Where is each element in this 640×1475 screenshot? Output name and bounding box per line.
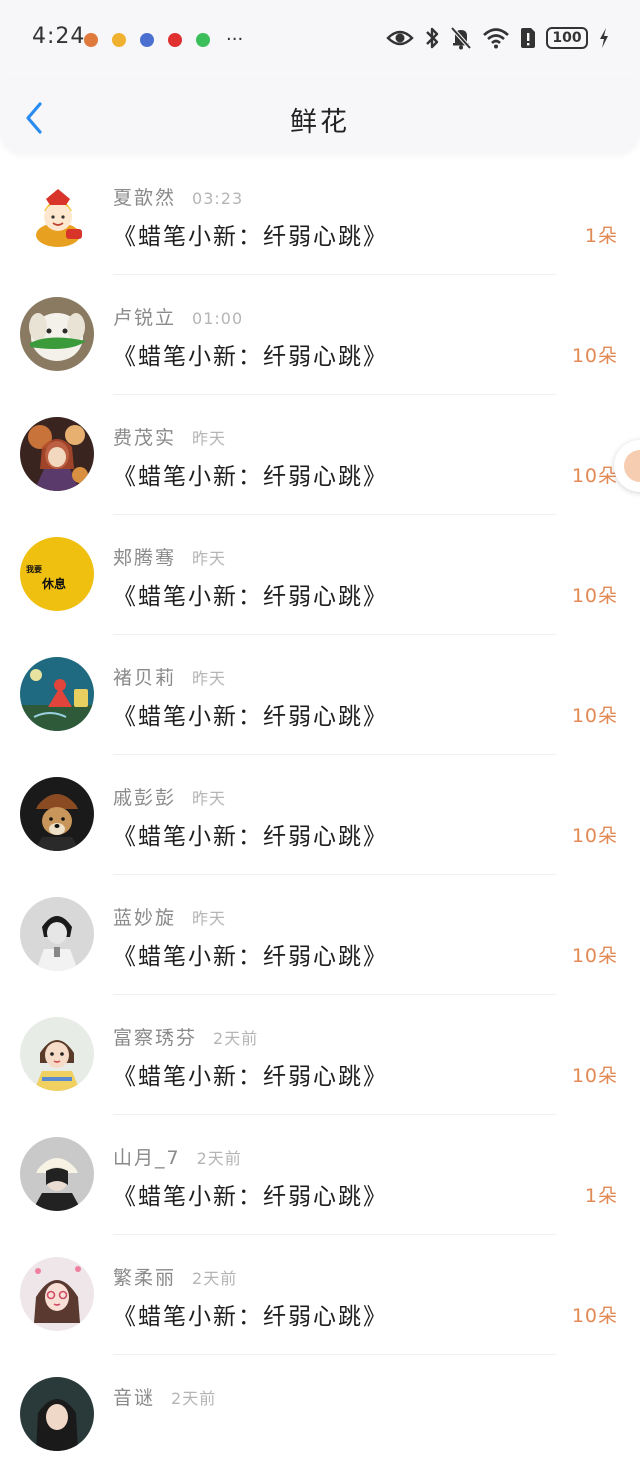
sender-name: 繁柔丽 2天前 <box>113 1263 237 1290</box>
sent-time: 昨天 <box>192 669 227 688</box>
sender-name-text: 卢锐立 <box>113 307 177 329</box>
list-item[interactable]: 音谜 2天前 <box>0 1355 640 1475</box>
avatar[interactable] <box>20 777 94 851</box>
sim-alert-icon <box>521 28 535 48</box>
navigation-bar: 鲜花 <box>0 80 640 154</box>
sender-name: 戚彭彭 昨天 <box>113 783 226 810</box>
sent-time: 03:23 <box>192 189 244 208</box>
flower-count: 10朵 <box>571 1065 618 1087</box>
list-item[interactable]: 蓝妙旋 昨天 《蜡笔小新：纤弱心跳》 10朵 <box>0 875 640 995</box>
avatar[interactable] <box>20 417 94 491</box>
avatar[interactable] <box>20 657 94 731</box>
flower-count: 1朵 <box>584 1185 618 1207</box>
sent-time: 昨天 <box>192 789 227 808</box>
avatar[interactable] <box>20 1377 94 1451</box>
sent-time: 2天前 <box>213 1029 259 1048</box>
message-text: 《蜡笔小新：纤弱心跳》 <box>113 1184 388 1210</box>
flower-count: 10朵 <box>571 945 618 967</box>
notification-app-icon <box>196 33 210 47</box>
sender-name: 夏歆然 03:23 <box>113 183 243 210</box>
avatar-text: 休息 <box>41 576 66 591</box>
sender-name-text: 夏歆然 <box>113 187 177 209</box>
avatar[interactable] <box>20 1257 94 1331</box>
list-item[interactable]: 褚贝莉 昨天 《蜡笔小新：纤弱心跳》 10朵 <box>0 635 640 755</box>
message-text: 《蜡笔小新：纤弱心跳》 <box>113 224 388 250</box>
sent-time: 01:00 <box>192 309 244 328</box>
list-item[interactable]: 卢锐立 01:00 《蜡笔小新：纤弱心跳》 10朵 <box>0 275 640 395</box>
sender-name: 卢锐立 01:00 <box>113 303 243 330</box>
eye-icon <box>386 30 414 46</box>
sent-time: 2天前 <box>196 1149 242 1168</box>
flower-count: 10朵 <box>571 825 618 847</box>
battery-indicator: 100 <box>546 27 588 49</box>
message-text: 《蜡笔小新：纤弱心跳》 <box>113 944 388 970</box>
sender-name-text: 褚贝莉 <box>113 667 177 689</box>
flower-count: 1朵 <box>584 225 618 247</box>
avatar[interactable] <box>20 1137 94 1211</box>
sender-name-text: 富察琇芬 <box>113 1027 198 1049</box>
sender-name-text: 蓝妙旋 <box>113 907 177 929</box>
avatar[interactable] <box>20 1017 94 1091</box>
list-item[interactable]: 费茂实 昨天 《蜡笔小新：纤弱心跳》 10朵 <box>0 395 640 515</box>
mute-bell-icon <box>450 26 472 50</box>
message-text: 《蜡笔小新：纤弱心跳》 <box>113 824 388 850</box>
message-text: 《蜡笔小新：纤弱心跳》 <box>113 344 388 370</box>
list-item[interactable]: 我要 休息 郏腾骞 昨天 《蜡笔小新：纤弱心跳》 10朵 <box>0 515 640 635</box>
wifi-icon <box>483 28 509 49</box>
sender-name-text: 繁柔丽 <box>113 1267 177 1289</box>
flower-count: 10朵 <box>571 465 618 487</box>
avatar[interactable]: 我要 休息 <box>20 537 94 611</box>
message-text: 《蜡笔小新：纤弱心跳》 <box>113 704 388 730</box>
sender-name-text: 郏腾骞 <box>113 547 177 569</box>
page-title: 鲜花 <box>290 107 350 138</box>
notification-icons: ··· <box>84 29 244 50</box>
sender-name: 山月_7 2天前 <box>113 1143 242 1170</box>
sender-name: 褚贝莉 昨天 <box>113 663 226 690</box>
avatar[interactable] <box>20 297 94 371</box>
sender-name-text: 费茂实 <box>113 427 177 449</box>
floating-assistant-icon <box>624 450 640 482</box>
flower-count: 10朵 <box>571 705 618 727</box>
sent-time: 昨天 <box>192 549 227 568</box>
avatar[interactable] <box>20 177 94 251</box>
flower-count: 10朵 <box>571 585 618 607</box>
avatar[interactable] <box>20 897 94 971</box>
sender-name: 蓝妙旋 昨天 <box>113 903 226 930</box>
message-text: 《蜡笔小新：纤弱心跳》 <box>113 464 388 490</box>
sent-time: 昨天 <box>192 429 227 448</box>
sender-name-text: 山月_7 <box>113 1147 181 1169</box>
list-item[interactable]: 夏歆然 03:23 《蜡笔小新：纤弱心跳》 1朵 <box>0 155 640 275</box>
sent-time: 2天前 <box>171 1389 217 1408</box>
status-bar: 4:24 ··· 100 <box>0 0 640 80</box>
avatar-text: 我要 <box>26 564 42 574</box>
notification-app-icon <box>112 33 126 47</box>
list-item[interactable]: 富察琇芬 2天前 《蜡笔小新：纤弱心跳》 10朵 <box>0 995 640 1115</box>
sender-name: 富察琇芬 2天前 <box>113 1023 258 1050</box>
sent-time: 2天前 <box>192 1269 238 1288</box>
status-time: 4:24 <box>32 24 86 49</box>
list-item[interactable]: 戚彭彭 昨天 《蜡笔小新：纤弱心跳》 10朵 <box>0 755 640 875</box>
sender-name: 费茂实 昨天 <box>113 423 226 450</box>
flower-gift-list: 夏歆然 03:23 《蜡笔小新：纤弱心跳》 1朵 卢锐立 01:00 《蜡笔小新：纤… <box>0 155 640 1475</box>
notification-app-icon <box>140 33 154 47</box>
message-text: 《蜡笔小新：纤弱心跳》 <box>113 1304 388 1330</box>
flower-count: 10朵 <box>571 1305 618 1327</box>
list-item[interactable]: 山月_7 2天前 《蜡笔小新：纤弱心跳》 1朵 <box>0 1115 640 1235</box>
flower-count: 10朵 <box>571 345 618 367</box>
message-text: 《蜡笔小新：纤弱心跳》 <box>113 584 388 610</box>
message-text: 《蜡笔小新：纤弱心跳》 <box>113 1064 388 1090</box>
sender-name-text: 戚彭彭 <box>113 787 177 809</box>
sender-name: 音谜 2天前 <box>113 1383 216 1410</box>
system-icons: 100 <box>386 26 610 50</box>
sender-name-text: 音谜 <box>113 1387 156 1409</box>
more-notifications-icon: ··· <box>226 29 244 50</box>
sender-name: 郏腾骞 昨天 <box>113 543 226 570</box>
sent-time: 昨天 <box>192 909 227 928</box>
notification-app-icon <box>84 33 98 47</box>
notification-app-icon <box>168 33 182 47</box>
list-item[interactable]: 繁柔丽 2天前 《蜡笔小新：纤弱心跳》 10朵 <box>0 1235 640 1355</box>
charging-icon <box>600 28 608 48</box>
bluetooth-icon <box>426 27 439 49</box>
